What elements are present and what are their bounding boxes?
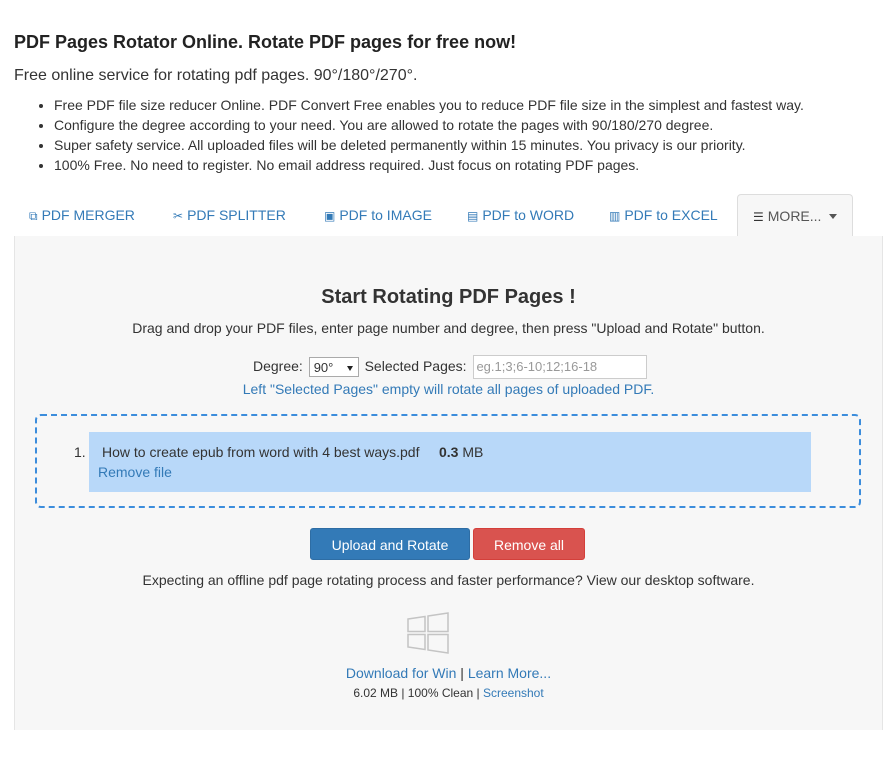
tab-pdf-splitter[interactable]: ✂ PDF SPLITTER [173, 194, 286, 235]
tab-more-dropdown[interactable]: ☰ MORE... [737, 194, 854, 237]
tab-label: PDF MERGER [41, 207, 135, 223]
tab-pdf-to-image[interactable]: ▣ PDF to IMAGE [324, 194, 432, 235]
file-name: How to create epub from word with 4 best… [102, 444, 420, 460]
dropdown-arrow-icon [346, 366, 353, 372]
rotate-options: Degree: 90° Selected Pages: eg.1;3;6-10;… [253, 354, 648, 380]
degree-label: Degree: [253, 358, 303, 374]
page-subtitle: Free online service for rotating pdf pag… [14, 67, 418, 84]
screenshot-link[interactable]: Screenshot [483, 686, 544, 700]
download-links: Download for Win | Learn More... [15, 665, 882, 681]
remove-all-button[interactable]: Remove all [473, 528, 585, 560]
selected-pages-input[interactable]: eg.1;3;6-10;12;16-18 [473, 355, 648, 380]
tab-pdf-to-excel[interactable]: ▥ PDF to EXCEL [609, 194, 718, 235]
windows-logo-icon [407, 612, 449, 654]
feature-item: Super safety service. All uploaded files… [54, 135, 804, 155]
degree-value: 90° [313, 360, 334, 376]
learn-more-link[interactable]: Learn More... [468, 665, 551, 681]
file-dropzone[interactable]: 1. How to create epub from word with 4 b… [35, 414, 861, 508]
download-meta-text: 6.02 MB | 100% Clean | [353, 686, 483, 700]
tab-label: PDF to WORD [482, 207, 575, 223]
word-file-icon: ▤ [467, 209, 479, 223]
feature-item: Free PDF file size reducer Online. PDF C… [54, 95, 804, 115]
copy-icon: ⧉ [29, 209, 38, 223]
upload-and-rotate-button[interactable]: Upload and Rotate [310, 528, 470, 560]
tab-label: MORE... [767, 208, 822, 224]
download-meta: 6.02 MB | 100% Clean | Screenshot [15, 686, 882, 700]
page-title: PDF Pages Rotator Online. Rotate PDF pag… [14, 32, 517, 52]
tab-label: PDF to IMAGE [339, 207, 432, 223]
scissors-icon: ✂ [173, 209, 184, 223]
feature-item: Configure the degree according to your n… [54, 115, 804, 135]
tool-heading: Start Rotating PDF Pages ! [321, 286, 576, 308]
file-size-unit: MB [462, 444, 484, 460]
caret-down-icon [829, 214, 838, 219]
rotate-tool-panel: Start Rotating PDF Pages ! Drag and drop… [14, 236, 883, 730]
tool-tabs: ⧉ PDF MERGER ✂ PDF SPLITTER ▣ PDF to IMAGE … [14, 194, 882, 237]
pages-label: Selected Pages: [364, 358, 467, 374]
remove-file-link[interactable]: Remove file [98, 464, 172, 480]
excel-file-icon: ▥ [609, 209, 621, 223]
download-for-win-link[interactable]: Download for Win [346, 665, 457, 681]
tool-description: Drag and drop your PDF files, enter page… [132, 320, 765, 336]
pages-hint: Left "Selected Pages" empty will rotate … [242, 381, 655, 397]
file-index: 1. [74, 444, 86, 460]
file-size: 0.3 MB [439, 444, 483, 460]
desktop-promo-text: Expecting an offline pdf page rotating p… [142, 572, 755, 588]
feature-item: 100% Free. No need to register. No email… [54, 155, 804, 175]
list-icon: ☰ [753, 210, 764, 224]
tab-pdf-to-word[interactable]: ▤ PDF to WORD [467, 194, 574, 235]
file-size-value: 0.3 [439, 444, 459, 460]
feature-list: Free PDF file size reducer Online. PDF C… [14, 95, 804, 175]
tab-label: PDF SPLITTER [187, 207, 286, 223]
file-item: How to create epub from word with 4 best… [89, 432, 811, 492]
tab-label: PDF to EXCEL [624, 207, 718, 223]
degree-select[interactable]: 90° [308, 357, 359, 378]
tab-pdf-merger[interactable]: ⧉ PDF MERGER [29, 194, 135, 235]
link-separator: | [456, 665, 468, 681]
image-file-icon: ▣ [324, 209, 336, 223]
